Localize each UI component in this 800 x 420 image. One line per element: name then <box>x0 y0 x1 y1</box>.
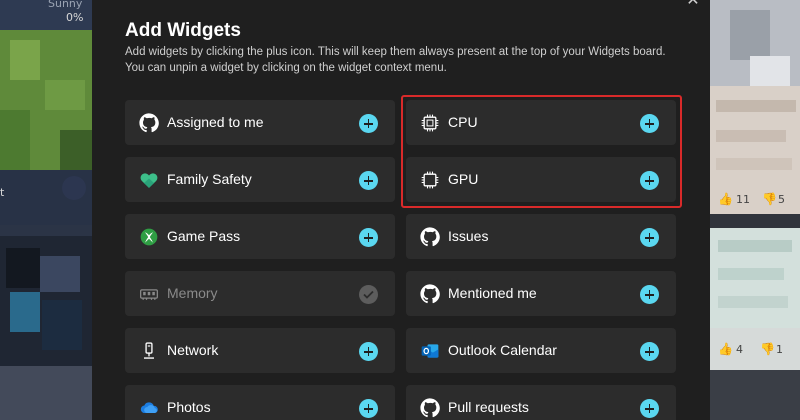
widget-label: Family Safety <box>167 171 252 187</box>
widget-label: Mentioned me <box>448 285 537 301</box>
add-widget-button[interactable] <box>359 228 378 247</box>
highlight-box <box>401 95 682 208</box>
widget-tile-mentioned-me[interactable]: Mentioned me <box>406 271 676 316</box>
add-widget-button[interactable] <box>359 342 378 361</box>
dislike-icon: 👎 <box>762 192 777 206</box>
checkmark-icon <box>363 290 374 299</box>
widget-tile-assigned-to-me[interactable]: Assigned to me <box>125 100 395 145</box>
background-fragment-text: t <box>0 186 5 199</box>
background-right-panel: 👍 11 👎 5 👍 4 👎 1 <box>710 0 800 420</box>
github-icon <box>420 227 440 247</box>
widget-tile-family-safety[interactable]: Family Safety <box>125 157 395 202</box>
add-widget-button[interactable] <box>640 285 659 304</box>
subtitle-line-2: You can unpin a widget by clicking on th… <box>125 62 447 74</box>
add-widget-button[interactable] <box>640 228 659 247</box>
dialog-title: Add Widgets <box>125 20 241 41</box>
widget-label: Game Pass <box>167 228 241 244</box>
widget-label: Pull requests <box>448 399 529 415</box>
like-count: 4 <box>736 343 743 356</box>
network-icon <box>144 342 154 359</box>
weather-condition-text: Sunny <box>48 0 83 10</box>
add-widget-button[interactable] <box>359 171 378 190</box>
like-count: 11 <box>736 193 750 206</box>
add-widget-button[interactable] <box>359 114 378 133</box>
family-safety-icon <box>140 173 158 188</box>
widget-label: Assigned to me <box>167 114 264 130</box>
add-widgets-dialog: ✕ Add Widgets Add widgets by clicking th… <box>92 0 710 420</box>
widget-tile-game-pass[interactable]: Game Pass <box>125 214 395 259</box>
subtitle-line-1: Add widgets by clicking the plus icon. T… <box>125 46 666 58</box>
add-widget-button[interactable] <box>359 399 378 418</box>
dialog-subtitle: Add widgets by clicking the plus icon. T… <box>125 44 685 76</box>
widget-label: Memory <box>167 285 218 301</box>
add-widget-button[interactable] <box>640 399 659 418</box>
widget-tile-memory[interactable]: Memory <box>125 271 395 316</box>
precipitation-text: 0% <box>66 11 84 24</box>
widget-label: Issues <box>448 228 489 244</box>
background-left-panel: Sunny 0% t <box>0 0 92 420</box>
dislike-icon: 👎 <box>760 342 775 356</box>
widget-label: Network <box>167 342 219 358</box>
widget-tile-pull-requests[interactable]: Pull requests <box>406 385 676 420</box>
widget-label: Outlook Calendar <box>448 342 557 358</box>
widget-label: Photos <box>167 399 211 415</box>
outlook-icon <box>421 344 439 358</box>
like-icon: 👍 <box>718 192 733 206</box>
like-icon: 👍 <box>718 342 733 356</box>
dislike-count: 1 <box>776 343 783 356</box>
xbox-icon <box>140 228 158 246</box>
memory-icon <box>140 289 158 300</box>
dislike-count: 5 <box>778 193 785 206</box>
add-widget-button[interactable] <box>640 342 659 361</box>
onedrive-icon <box>140 402 158 414</box>
github-icon <box>420 398 440 418</box>
widget-tile-network[interactable]: Network <box>125 328 395 373</box>
github-icon <box>139 113 159 133</box>
widget-tile-issues[interactable]: Issues <box>406 214 676 259</box>
widget-tile-photos[interactable]: Photos <box>125 385 395 420</box>
widget-added-check <box>359 285 378 304</box>
close-icon[interactable]: ✕ <box>684 0 702 9</box>
widget-tile-outlook-calendar[interactable]: Outlook Calendar <box>406 328 676 373</box>
github-icon <box>420 284 440 304</box>
